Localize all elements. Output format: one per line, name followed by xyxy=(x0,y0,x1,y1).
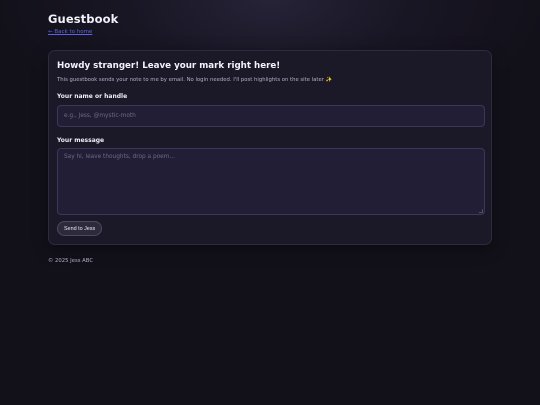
card-description: This guestbook sends your note to me by … xyxy=(57,77,333,83)
resize-handle-icon[interactable] xyxy=(479,209,483,213)
send-button[interactable]: Send to Jess xyxy=(57,221,103,236)
page-header: Guestbook ← Back to home xyxy=(48,12,118,35)
message-placeholder: Say hi, leave thoughts, drop a poem... xyxy=(64,154,175,160)
message-label: Your message xyxy=(57,137,105,144)
footer-copyright: © 2025 Jess ABC xyxy=(48,258,94,264)
back-home-link[interactable]: ← Back to home xyxy=(48,29,118,35)
name-placeholder: e.g., Jess, @mystic-moth xyxy=(64,113,136,119)
name-label: Your name or handle xyxy=(57,93,128,100)
guestbook-card: Howdy stranger! Leave your mark right he… xyxy=(48,50,492,245)
message-textarea[interactable]: Say hi, leave thoughts, drop a poem... xyxy=(57,148,485,215)
card-heading: Howdy stranger! Leave your mark right he… xyxy=(57,61,281,71)
name-input[interactable]: e.g., Jess, @mystic-moth xyxy=(57,105,485,127)
site-title: Guestbook xyxy=(48,12,119,26)
